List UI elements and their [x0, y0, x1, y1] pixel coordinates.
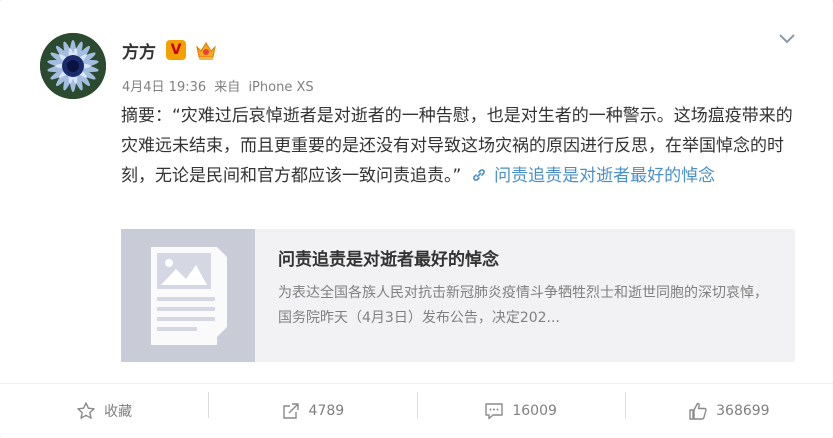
post-source[interactable]: iPhone XS — [248, 80, 313, 95]
crown-badge-icon[interactable] — [194, 39, 218, 61]
repost-button[interactable]: 4789 — [208, 384, 416, 438]
repost-count: 4789 — [308, 403, 345, 419]
like-button[interactable]: 368699 — [624, 384, 833, 438]
share-arrow-icon — [282, 403, 299, 419]
source-prefix: 来自 — [214, 80, 241, 95]
article-link[interactable]: 问责追责是对逝者最好的悼念 — [494, 166, 715, 186]
username[interactable]: 方方 — [122, 38, 156, 63]
post-meta: 4月4日 19:36 来自 iPhone XS — [122, 76, 318, 95]
star-icon — [77, 402, 95, 419]
thumbs-up-icon — [689, 402, 707, 420]
comment-icon — [485, 403, 504, 420]
post-body: 摘要：“灾难过后哀悼逝者是对逝者的一种告慰，也是对生者的一种警示。这场瘟疫带来的… — [121, 101, 797, 191]
link-icon — [471, 166, 492, 186]
article-title[interactable]: 问责追责是对逝者最好的悼念 — [278, 245, 499, 270]
comment-button[interactable]: 16009 — [416, 384, 625, 438]
article-preview-card[interactable]: 问责追责是对逝者最好的悼念 为表达全国各族人民对抗击新冠肺炎疫情斗争牺牲烈士和逝… — [121, 229, 795, 362]
like-count: 368699 — [716, 403, 770, 419]
comment-count: 16009 — [512, 403, 557, 419]
favorite-button[interactable]: 收藏 — [0, 384, 208, 438]
article-thumbnail — [121, 229, 255, 362]
article-description: 为表达全国各族人民对抗击新冠肺炎疫情斗争牺牲烈士和逝世同胞的深切哀悼，国务院昨天… — [278, 285, 768, 326]
chevron-down-icon[interactable] — [777, 30, 797, 46]
post-date[interactable]: 4月4日 19:36 — [122, 80, 206, 95]
favorite-label: 收藏 — [104, 404, 133, 420]
vip-badge[interactable]: V — [166, 40, 186, 60]
action-bar: 收藏 4789 16009 368699 — [0, 384, 833, 438]
document-icon — [151, 247, 227, 345]
avatar[interactable] — [40, 33, 106, 99]
avatar-flower-image — [40, 33, 106, 99]
weibo-post-card: 方方 V 4月4日 19:36 来自 iPhone XS 摘要：“灾难过后哀悼逝… — [0, 0, 833, 438]
